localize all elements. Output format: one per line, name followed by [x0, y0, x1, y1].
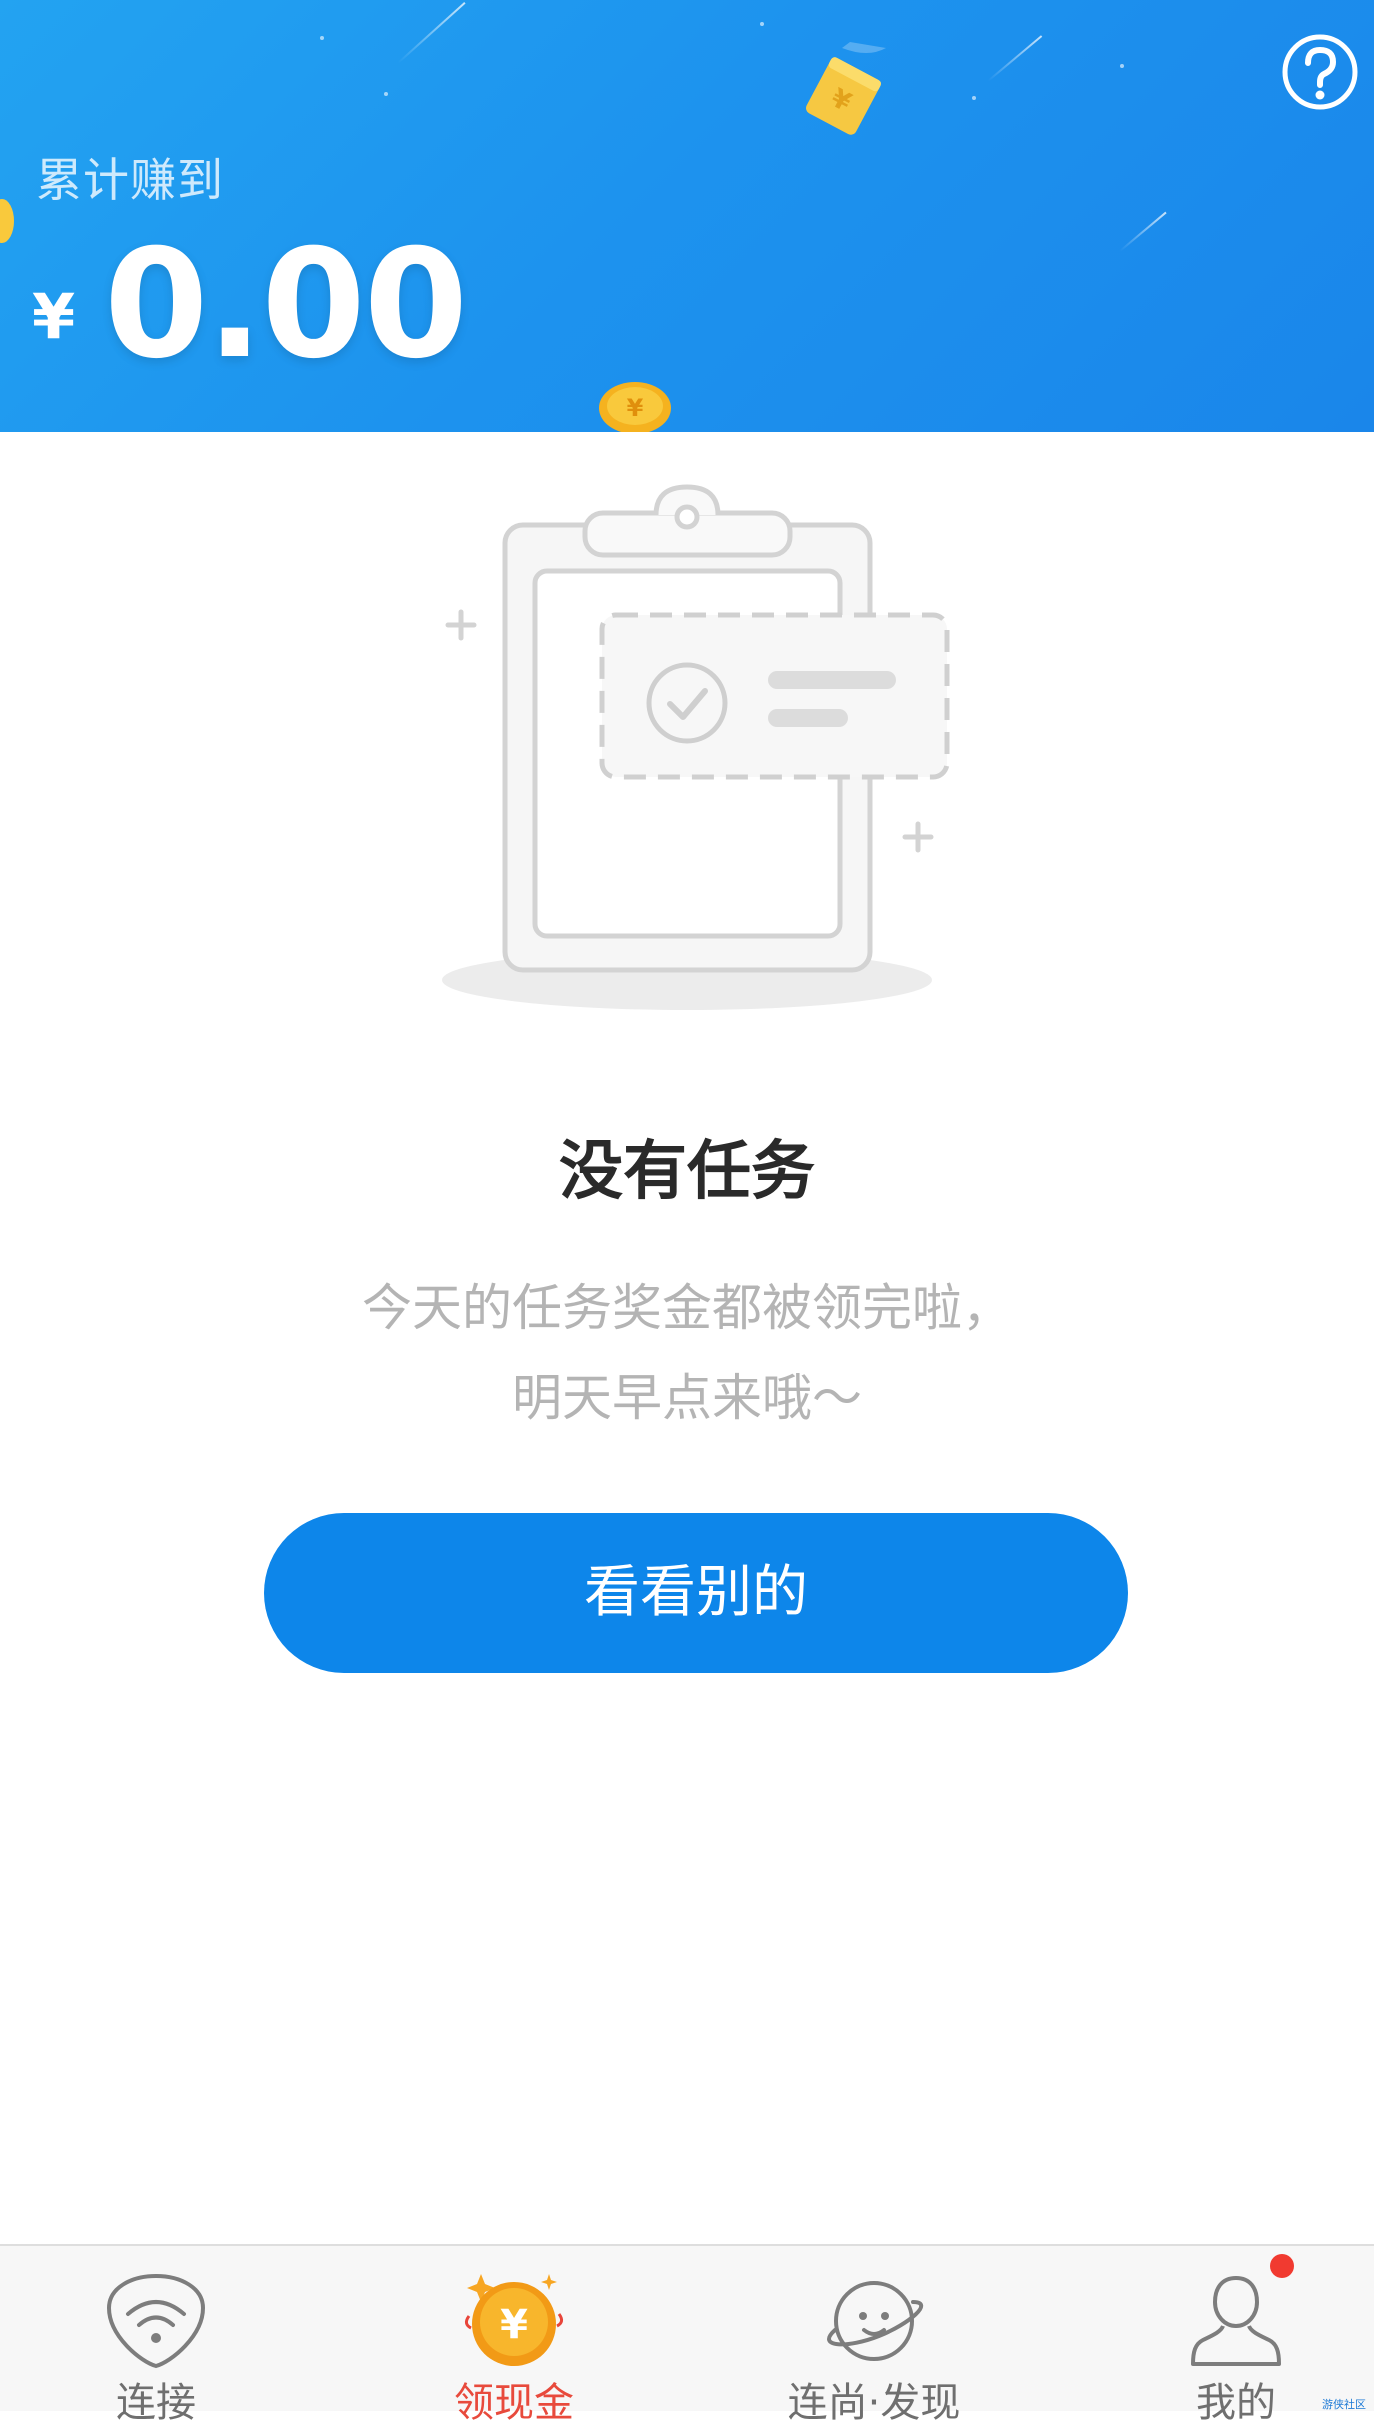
sparkle-streak [397, 2, 466, 64]
planet-icon [827, 2281, 924, 2361]
notification-dot [1270, 2254, 1294, 2278]
currency-symbol: ¥ [32, 280, 76, 353]
coin-icon [0, 199, 14, 243]
sparkle-dot [972, 96, 976, 100]
svg-text:¥: ¥ [500, 2302, 528, 2348]
earned-amount: 0.00 [104, 218, 468, 392]
sparkle-dot [1120, 64, 1124, 68]
nav-label: 领现金 [454, 2380, 574, 2426]
nav-item-me[interactable]: 我的 [1106, 2246, 1366, 2426]
earned-label: 累计赚到 [36, 153, 224, 207]
nav-item-connect[interactable]: 连接 [26, 2246, 286, 2426]
browse-other-button[interactable]: 看看别的 [264, 1513, 1128, 1673]
empty-clipboard-illustration [442, 484, 950, 1010]
empty-state-title: 没有任务 [559, 1135, 815, 1209]
nav-item-discover[interactable]: 连尚·发现 [744, 2246, 1004, 2426]
wifi-icon [106, 2273, 206, 2369]
earnings-header: ¥ ¥ 累计赚到 ¥ 0.00 [0, 0, 1374, 432]
sparkle-dot [760, 22, 764, 26]
nav-label: 连接 [116, 2380, 196, 2426]
coin-icon: ¥ [599, 382, 671, 432]
sparkle-streak [1119, 211, 1167, 252]
empty-state-description: 明天早点来哦～ [512, 1369, 862, 1427]
nav-label: 连尚·发现 [787, 2380, 961, 2426]
watermark-text: 游侠社区 [1322, 2398, 1366, 2411]
user-icon [1191, 2275, 1281, 2366]
question-mark-icon [1282, 34, 1358, 110]
banknote-icon: ¥ [806, 42, 886, 135]
svg-text:¥: ¥ [627, 394, 644, 422]
nav-item-cash[interactable]: ¥ 领现金 [384, 2246, 644, 2426]
bottom-nav-bar: 连接 ¥ 领现金 连尚·发现 我的 [0, 2244, 1374, 2426]
sparkle-dot [384, 92, 388, 96]
empty-state-description: 今天的任务奖金都被领完啦， [362, 1279, 1012, 1337]
help-button[interactable] [1280, 32, 1360, 112]
sparkle-streak [987, 35, 1043, 82]
yen-coin-icon: ¥ [464, 2274, 564, 2366]
sparkle-dot [320, 36, 324, 40]
